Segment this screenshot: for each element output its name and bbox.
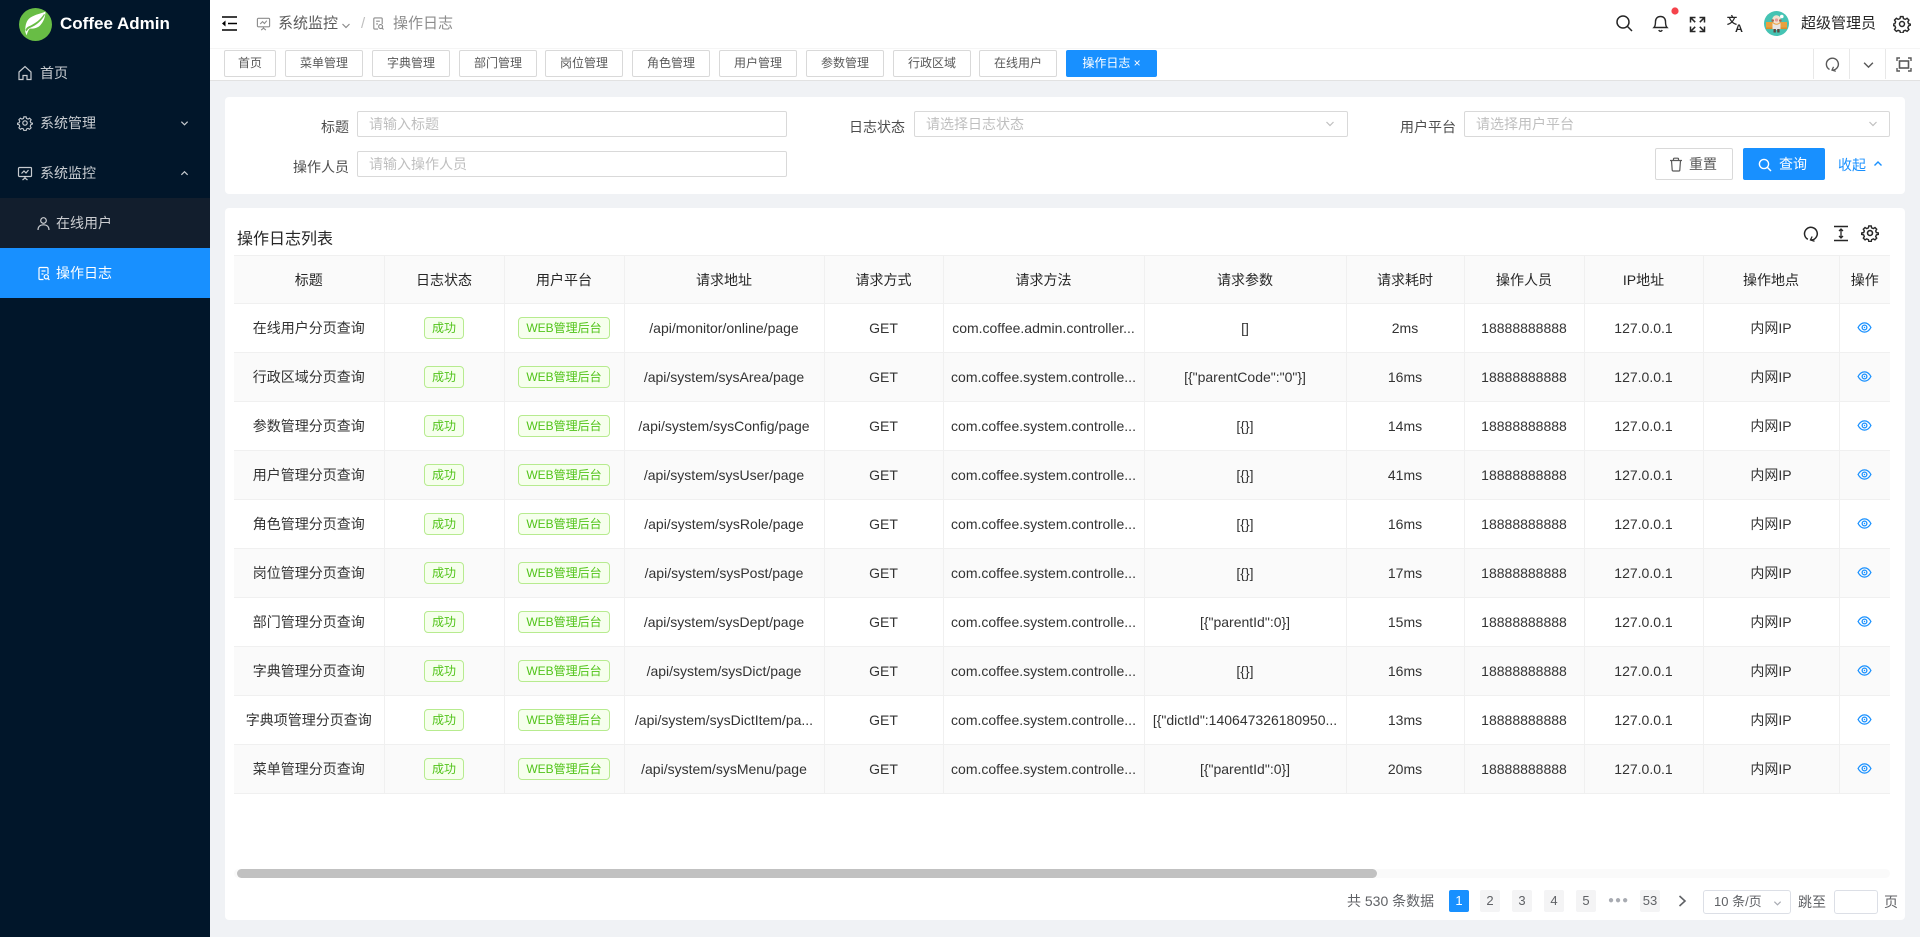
svg-text:A: A xyxy=(1735,23,1743,34)
